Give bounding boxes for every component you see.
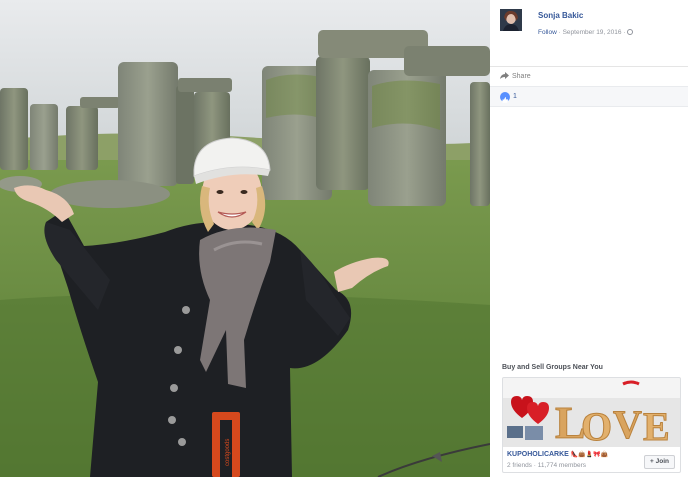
stone-right-2 [316, 56, 370, 190]
share-button[interactable]: Share [500, 72, 531, 84]
post-photo[interactable]: costgoods [0, 0, 490, 477]
like-thumb-icon [500, 92, 510, 103]
group-cover-image[interactable]: L O V E [503, 378, 680, 447]
stone-center-left [118, 62, 178, 186]
groups-section-title: Buy and Sell Groups Near You [502, 364, 603, 371]
share-label: Share [512, 73, 531, 80]
globe-icon[interactable] [627, 29, 634, 35]
svg-text:V: V [613, 402, 642, 447]
lintel-left [80, 97, 120, 108]
group-name-text: KUPOHOLICARKE [507, 451, 569, 458]
group-members: 2 friends · 11,774 members [507, 462, 586, 469]
divider [490, 66, 688, 67]
author-name[interactable]: Sonja Bakic [538, 11, 583, 20]
post-meta: Follow · September 19, 2016 · [538, 29, 634, 36]
svg-text:O: O [581, 404, 612, 447]
share-arrow-icon [500, 72, 509, 79]
reactions-bar[interactable]: 1 [490, 86, 688, 107]
post-date[interactable]: September 19, 2016 [563, 29, 622, 36]
post-author-header: Sonja Bakic Follow · September 19, 2016 … [500, 9, 678, 39]
meta-separator-2: · [623, 29, 626, 36]
group-emoji: 👠👜💄🎀👜 [570, 452, 609, 458]
lintel-right [404, 46, 490, 76]
stone-left-2 [30, 104, 58, 170]
group-name[interactable]: KUPOHOLICARKE 👠👜💄🎀👜 [507, 451, 608, 458]
join-group-button[interactable]: + Join [644, 455, 675, 469]
meta-separator: · [558, 29, 561, 36]
stone-left-3 [66, 106, 98, 170]
follow-link[interactable]: Follow [538, 29, 557, 36]
post-sidebar: Sonja Bakic Follow · September 19, 2016 … [490, 0, 688, 477]
stone-far-right [470, 82, 490, 206]
group-card[interactable]: L O V E KUPOHOLICARKE 👠👜💄🎀👜 2 friends · 1… [502, 377, 681, 473]
lintel-center [178, 78, 232, 92]
avatar[interactable] [500, 9, 522, 31]
like-count[interactable]: 1 [513, 93, 517, 100]
stone-far-left [0, 88, 28, 170]
svg-text:E: E [643, 404, 670, 447]
stone-center-left-2 [176, 86, 194, 184]
bag-text: costgoods [225, 439, 231, 466]
